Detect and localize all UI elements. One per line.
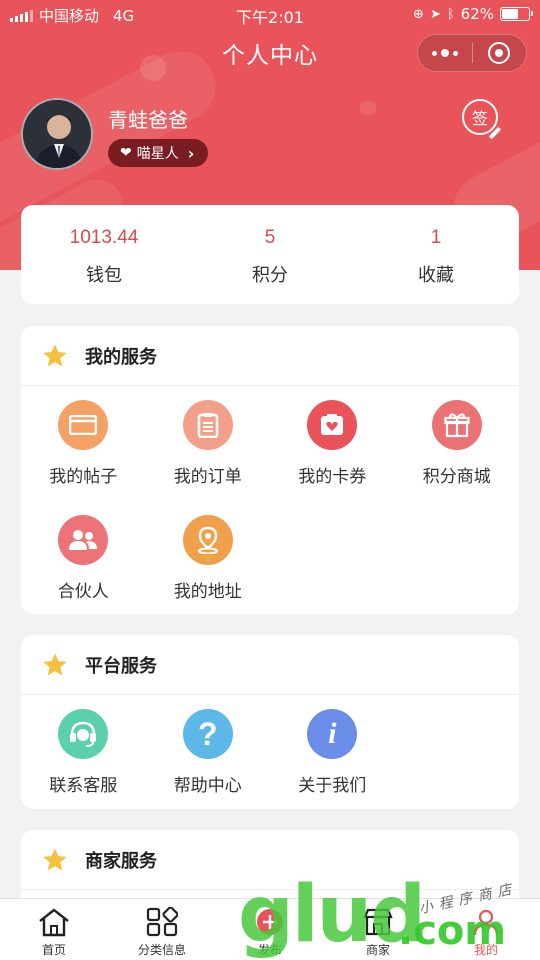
tab-mine[interactable]: 我的	[432, 899, 540, 960]
headset-icon	[58, 709, 109, 759]
clipboard-icon	[182, 400, 233, 450]
home-icon	[39, 908, 69, 937]
bluetooth-icon: ᛒ	[446, 6, 455, 22]
tab-publish[interactable]: 发布	[216, 899, 324, 960]
publish-plus-icon	[257, 909, 283, 935]
tab-label: 首页	[41, 943, 66, 957]
partners-icon	[58, 515, 109, 565]
post-card-icon	[58, 400, 109, 450]
my-services-card: 我的服务 我的帖子 我的订单 我的卡券 积分商城 合伙人 我的地址	[21, 326, 519, 614]
service-help-center[interactable]: ? 帮助中心	[146, 709, 271, 809]
service-my-posts[interactable]: 我的帖子	[21, 400, 146, 515]
chevron-right-icon: ›	[187, 143, 195, 163]
avatar[interactable]	[21, 98, 93, 170]
target-circle-icon	[488, 42, 511, 64]
stat-value: 1013.44	[69, 227, 139, 248]
tab-label: 商家	[365, 943, 390, 957]
service-my-address[interactable]: 我的地址	[146, 515, 271, 614]
service-contact-support[interactable]: 联系客服	[21, 709, 146, 809]
more-dots-icon	[431, 49, 458, 57]
star-icon	[43, 847, 67, 870]
service-label: 我的卡券	[298, 467, 367, 487]
sign-label: 签	[471, 109, 488, 128]
platform-services-card: 平台服务 联系客服 ? 帮助中心 i 关于我们	[21, 635, 519, 809]
star-icon	[43, 652, 67, 675]
stat-points[interactable]: 5 积分	[187, 205, 353, 304]
service-label: 联系客服	[49, 776, 118, 796]
service-label: 我的地址	[173, 582, 242, 602]
sign-in-button[interactable]: 签	[462, 99, 502, 140]
service-label: 帮助中心	[173, 776, 242, 796]
tab-label: 分类信息	[137, 943, 186, 957]
service-my-orders[interactable]: 我的订单	[146, 400, 271, 515]
service-label: 合伙人	[57, 582, 109, 602]
star-icon	[43, 343, 67, 366]
service-partners[interactable]: 合伙人	[21, 515, 146, 614]
stats-card: 1013.44 钱包 5 积分 1 收藏	[21, 205, 519, 304]
question-icon: ?	[182, 709, 233, 759]
stat-value: 5	[264, 227, 276, 248]
service-points-mall[interactable]: 积分商城	[395, 400, 520, 515]
stat-label: 钱包	[86, 265, 122, 286]
level-badge[interactable]: ❤ 喵星人 ›	[108, 139, 209, 167]
service-my-coupons[interactable]: 我的卡券	[270, 400, 395, 515]
battery-percent: 62%	[460, 5, 494, 23]
service-label: 我的帖子	[49, 467, 118, 487]
stat-value: 1	[430, 227, 442, 248]
tab-categories[interactable]: 分类信息	[108, 899, 216, 960]
section-title: 平台服务	[85, 655, 157, 677]
location-pin-icon	[182, 515, 233, 565]
tab-home[interactable]: 首页	[0, 899, 108, 960]
category-grid-icon	[146, 907, 178, 937]
more-menu-button[interactable]	[418, 35, 472, 71]
close-miniprogram-button[interactable]	[473, 35, 527, 71]
service-label: 积分商城	[422, 467, 491, 487]
tab-merchants[interactable]: 商家	[324, 899, 432, 960]
tab-label: 我的	[473, 943, 498, 957]
user-icon	[473, 909, 499, 936]
section-title: 商家服务	[85, 850, 157, 872]
battery-icon	[500, 7, 533, 21]
stat-label: 收藏	[418, 265, 454, 286]
tab-label: 发布	[257, 943, 282, 957]
handshake-heart-icon: ❤	[120, 145, 132, 161]
stat-wallet[interactable]: 1013.44 钱包	[21, 205, 187, 304]
gift-icon	[431, 400, 482, 450]
stat-favorites[interactable]: 1 收藏	[353, 205, 519, 304]
location-arrow-icon: ➤	[429, 6, 441, 22]
level-label: 喵星人	[136, 146, 179, 162]
username: 青蛙爸爸	[108, 108, 188, 132]
status-bar: 中国移动 4G 下午2:01 ⊕ ➤ ᛒ 62%	[0, 0, 540, 30]
service-about-us[interactable]: i 关于我们	[270, 709, 395, 809]
miniprogram-capsule	[417, 34, 527, 72]
section-title: 我的服务	[85, 346, 157, 368]
store-icon	[363, 908, 393, 936]
info-icon: i	[307, 709, 358, 759]
orientation-lock-icon: ⊕	[413, 6, 424, 22]
stat-label: 积分	[252, 265, 288, 286]
service-label: 我的订单	[173, 467, 242, 487]
coupon-heart-icon	[307, 400, 358, 450]
bottom-tab-bar: 首页 分类信息 发布 商家 我的	[0, 898, 540, 960]
service-label: 关于我们	[298, 776, 367, 796]
